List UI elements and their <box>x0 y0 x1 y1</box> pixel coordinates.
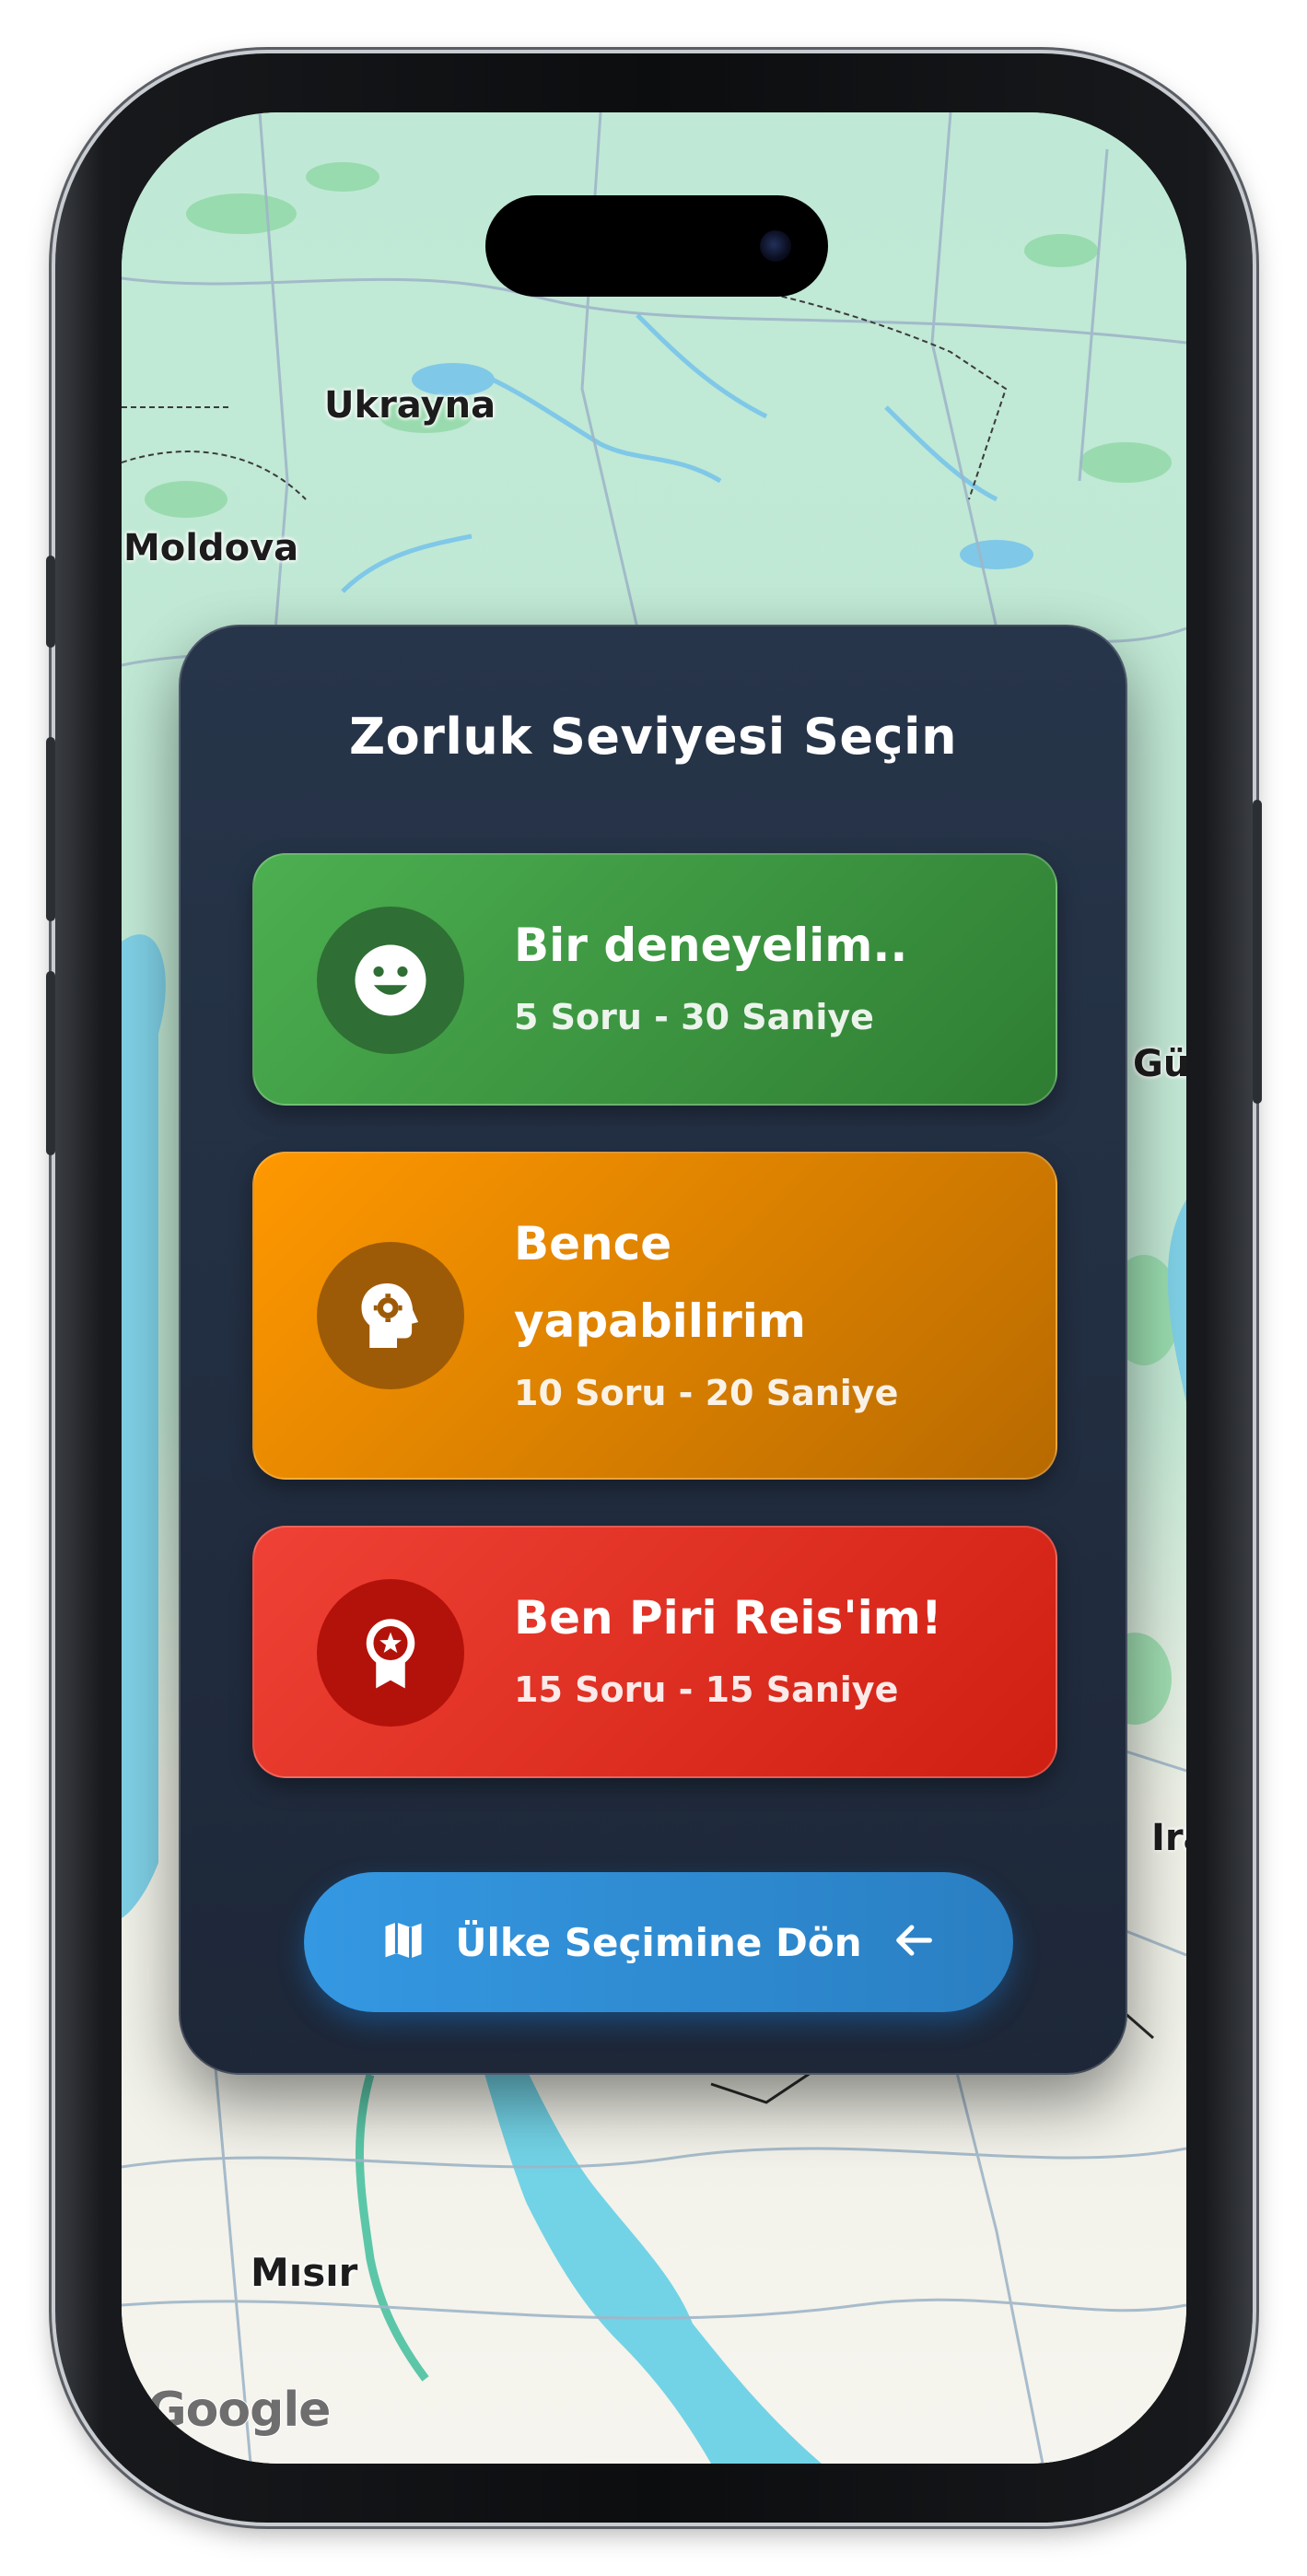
dialog-title: Zorluk Seviyesi Seçin <box>348 708 958 766</box>
map-label-iraq: Ira <box>1151 1817 1186 1859</box>
phone-frame: Ukrayna Moldova Mısır Gü Ira Google Zorl… <box>46 53 1262 2523</box>
level-hard-subtitle: 15 Soru - 15 Saniye <box>514 1669 899 1710</box>
back-to-country-selection-button[interactable]: Ülke Seçimine Dön <box>304 1872 1013 2012</box>
map-label-georgia: Gü <box>1133 1043 1186 1085</box>
screen: Ukrayna Moldova Mısır Gü Ira Google Zorl… <box>122 112 1186 2464</box>
google-attribution-logo[interactable]: Google <box>146 2382 332 2439</box>
map-label-egypt: Mısır <box>251 2250 358 2295</box>
level-hard-title: Ben Piri Reis'im! <box>514 1591 942 1645</box>
power-button <box>1253 800 1262 1104</box>
smile-icon <box>317 907 464 1054</box>
dynamic-island <box>485 195 828 297</box>
action-button <box>46 556 55 648</box>
level-hard-card[interactable]: Ben Piri Reis'im! 15 Soru - 15 Saniye <box>252 1526 1057 1778</box>
camera-icon <box>760 230 791 262</box>
level-medium-card[interactable]: Bence yapabilirim 10 Soru - 20 Saniye <box>252 1152 1057 1480</box>
map-label-moldova: Moldova <box>123 527 299 569</box>
award-badge-icon <box>317 1579 464 1727</box>
head-gear-icon <box>317 1242 464 1389</box>
level-easy-subtitle: 5 Soru - 30 Saniye <box>514 997 874 1037</box>
arrow-left-icon <box>890 1916 938 1968</box>
level-easy-title: Bir deneyelim.. <box>514 919 908 972</box>
back-button-label: Ülke Seçimine Dön <box>455 1919 862 1965</box>
level-easy-card[interactable]: Bir deneyelim.. 5 Soru - 30 Saniye <box>252 853 1057 1106</box>
volume-up-button <box>46 737 55 921</box>
map-label-ukraine: Ukrayna <box>324 384 496 427</box>
difficulty-dialog: Zorluk Seviyesi Seçin Bir deneyelim.. 5 … <box>179 625 1127 2075</box>
level-medium-title: Bence yapabilirim <box>514 1217 806 1348</box>
level-medium-subtitle: 10 Soru - 20 Saniye <box>514 1373 899 1413</box>
map-icon <box>379 1916 427 1968</box>
volume-down-button <box>46 971 55 1155</box>
